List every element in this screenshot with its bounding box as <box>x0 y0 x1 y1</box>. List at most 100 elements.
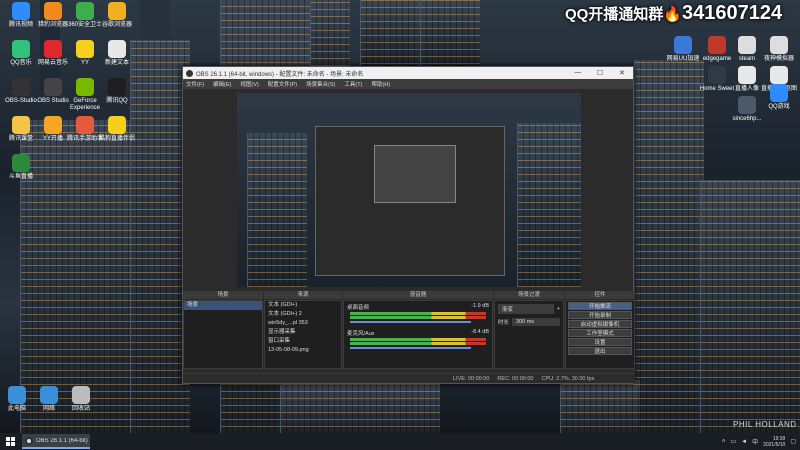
live-status: LIVE: 00:00:00 <box>453 375 490 382</box>
app-icon <box>770 36 788 54</box>
control-button[interactable]: 启动虚拟摄像机 <box>568 320 632 328</box>
rec-status: REC: 00:00:00 <box>497 375 534 382</box>
app-icon <box>44 78 62 96</box>
app-icon <box>12 154 30 172</box>
mixer-channel: 桌面音频 -1.9 dB <box>344 301 492 327</box>
clock-date: 2021/5/10 <box>763 441 786 448</box>
menu-item[interactable]: 帮助(H) <box>371 80 390 88</box>
volume-meter <box>350 316 486 319</box>
scene-item[interactable]: 场景 <box>184 301 262 310</box>
channel-name: 桌面音频 <box>347 305 370 311</box>
mixer-list: 桌面音频 -1.9 dB 麦克风/Aux -8.4 dB <box>344 301 492 353</box>
obs-app-icon <box>186 69 193 77</box>
obs-titlebar[interactable]: OBS 26.1.1 (64-bit, windows) - 配置文件: 未命名… <box>183 67 633 79</box>
control-button[interactable]: 开始录制 <box>568 311 632 319</box>
source-item[interactable]: 13-05-08-09.png <box>265 346 341 355</box>
preview-nested-obs-2 <box>374 145 456 203</box>
network-icon[interactable]: ▭ <box>730 438 736 445</box>
menu-item[interactable]: 编辑(E) <box>213 80 231 88</box>
transition-type[interactable]: 渐变 <box>498 304 554 314</box>
volume-slider[interactable] <box>350 347 471 349</box>
cpu-status: CPU: 2.7%, 30.00 fps <box>541 375 595 382</box>
desktop-icon-label: 谷歌浏览器 <box>101 22 132 28</box>
bg-building <box>560 380 640 433</box>
control-button[interactable]: 退出 <box>568 347 632 355</box>
menu-item[interactable]: 文件(F) <box>186 80 204 88</box>
app-icon <box>770 66 788 84</box>
bg-building <box>420 0 480 70</box>
control-button[interactable]: 工作室模式 <box>568 329 632 337</box>
windows-logo-icon <box>5 437 15 446</box>
desktop-icon-label: 夜神模拟器 <box>763 56 794 62</box>
desktop-icon-label: since6hp... <box>732 116 762 122</box>
source-item[interactable]: 显示器采集 <box>265 328 341 337</box>
minimize-icon[interactable]: — <box>567 69 589 77</box>
desktop-icon[interactable]: 腾讯QQ <box>98 78 136 105</box>
app-icon <box>76 78 94 96</box>
scenes-dock-header: 场景 <box>183 291 263 299</box>
desktop-icon[interactable]: 回收站 <box>62 386 100 413</box>
menu-item[interactable]: 场景集合(S) <box>306 80 335 88</box>
app-icon <box>738 36 756 54</box>
sources-dock-header: 来源 <box>264 291 342 299</box>
preview-nested-obs <box>315 126 505 276</box>
app-icon <box>76 2 94 20</box>
desktop-icon[interactable]: 新建文本 <box>98 40 136 67</box>
bg-building <box>280 384 440 433</box>
watermark: PHIL HOLLAND <box>733 420 797 429</box>
desktop-icon-label: 斗鱼直播 <box>8 174 33 180</box>
controls-list: 开始推流 开始录制 启动虚拟摄像机 工作室模式 设置 退出 <box>566 302 634 355</box>
bg-building <box>634 60 704 433</box>
desktop-icon-label: 酷狗直播伴侣 <box>98 136 135 142</box>
obs-docks: 场景 来源 混音器 场景过渡 控件 场景 文本 (GDI+) 文本 (GDI+) … <box>183 291 635 381</box>
app-icon <box>12 78 30 96</box>
taskbar-item-obs[interactable]: OBS 26.1.1 (64-bit) <box>22 434 90 449</box>
desktop: QQ开播通知群🔥341607124 腾讯视频 猎豹浏览器 360安全卫士 谷歌浏览器 Q… <box>0 0 800 433</box>
source-item[interactable]: 文本 (GDI+) 2 <box>265 310 341 319</box>
add-transition-icon[interactable]: + <box>557 306 560 312</box>
volume-icon[interactable]: ◄ <box>741 439 747 445</box>
source-item[interactable]: 文本 (GDI+) <box>265 301 341 310</box>
desktop-icon-label: 网易UU加速 <box>666 56 700 62</box>
mixer-dock-header: 混音器 <box>343 291 493 299</box>
menu-item[interactable]: 视图(V) <box>240 80 258 88</box>
source-item[interactable]: 窗口采集 <box>265 337 341 346</box>
desktop-icon[interactable]: 网易UU加速 <box>664 36 702 63</box>
obs-preview[interactable] <box>237 93 581 287</box>
sources-list: 文本 (GDI+) 文本 (GDI+) 2 win5dy_...pl 353 显示器采… <box>265 301 341 355</box>
desktop-icon[interactable]: QQ游戏 <box>760 84 798 111</box>
desktop-icon[interactable]: 酷狗直播伴侣 <box>98 116 136 143</box>
tray-expand-icon[interactable]: ˄ <box>722 439 726 445</box>
ime-icon[interactable]: 中 <box>752 437 758 446</box>
app-icon <box>108 2 126 20</box>
menu-item[interactable]: 配置文件(P) <box>268 80 297 88</box>
start-button[interactable] <box>0 433 20 450</box>
control-button[interactable]: 设置 <box>568 338 632 346</box>
bg-building <box>700 180 800 433</box>
close-icon[interactable]: ✕ <box>611 69 633 77</box>
desktop-icon[interactable]: 夜神模拟器 <box>760 36 798 63</box>
desktop-icon[interactable]: 谷歌浏览器 <box>98 2 136 29</box>
app-icon <box>44 2 62 20</box>
obs-statusbar: LIVE: 00:00:00 REC: 00:00:00 CPU: 2.7%, … <box>183 373 635 383</box>
volume-slider[interactable] <box>350 321 471 323</box>
obs-window[interactable]: OBS 26.1.1 (64-bit, windows) - 配置文件: 未命名… <box>182 66 635 384</box>
control-button[interactable]: 开始推流 <box>568 302 632 310</box>
channel-name: 麦克风/Aux <box>347 331 375 337</box>
app-icon <box>40 386 58 404</box>
app-icon <box>44 40 62 58</box>
source-item[interactable]: win5dy_...pl 353 <box>265 319 341 328</box>
clock[interactable]: 19:39 2021/5/10 <box>763 436 785 448</box>
menu-item[interactable]: 工具(T) <box>344 80 362 88</box>
desktop-icon[interactable]: 斗鱼直播 <box>2 154 40 181</box>
app-icon <box>12 116 30 134</box>
duration-label: 时长 <box>498 320 510 326</box>
notification-icon[interactable]: ▢ <box>790 438 796 445</box>
desktop-icon-label: 腾讯QQ <box>106 98 128 104</box>
app-icon <box>72 386 90 404</box>
app-icon <box>108 78 126 96</box>
duration-input[interactable]: 300 ms <box>512 318 560 326</box>
obs-menubar: 文件(F) 编辑(E) 视图(V) 配置文件(P) 场景集合(S) 工具(T) 帮助(H) <box>183 79 633 89</box>
bg-building <box>130 40 190 433</box>
maximize-icon[interactable]: ☐ <box>589 69 611 77</box>
